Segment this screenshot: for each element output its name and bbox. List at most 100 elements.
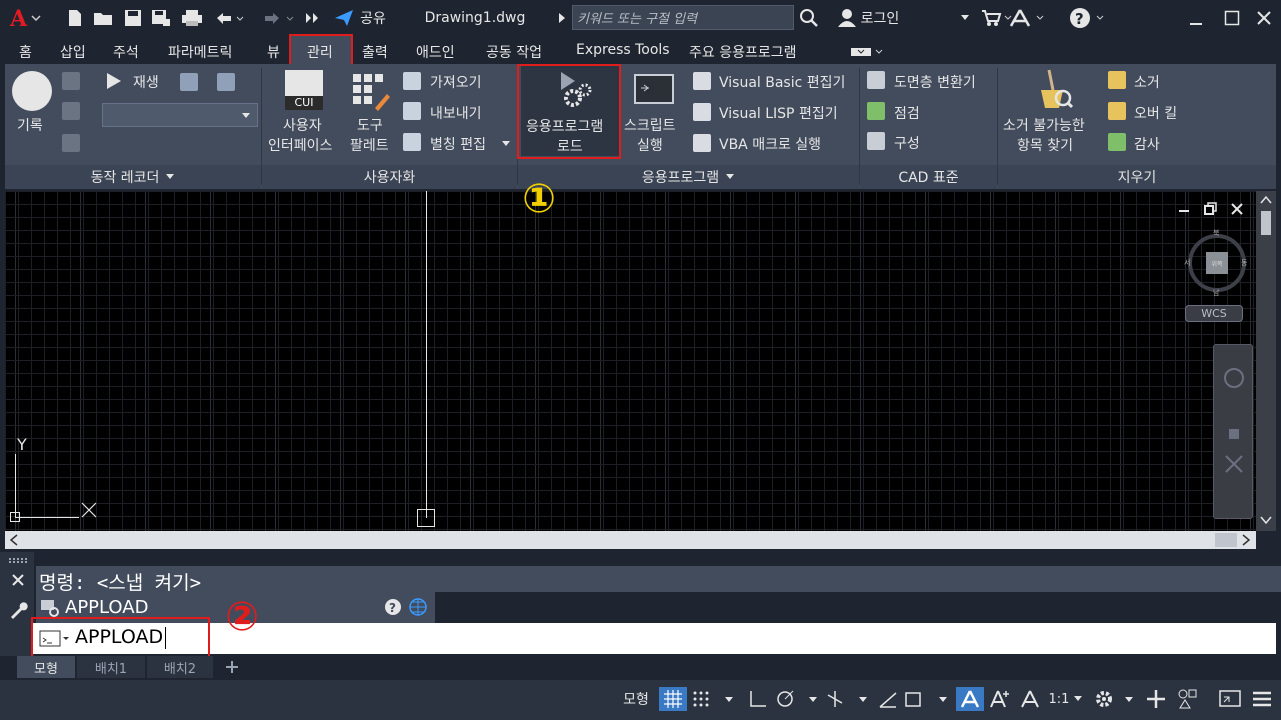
isolate-objects-icon[interactable]	[1174, 687, 1202, 711]
tab-featured-apps[interactable]: 주요 응용프로그램	[689, 42, 797, 62]
help-icon[interactable]: ?	[1068, 6, 1108, 30]
cui-label-1[interactable]: 사용자	[283, 115, 322, 135]
customize-menu-icon[interactable]	[1248, 687, 1276, 711]
audit-label[interactable]: 감사	[1134, 134, 1160, 154]
import-label[interactable]: 가져오기	[430, 72, 482, 92]
isodraft-icon[interactable]	[824, 687, 872, 711]
manage-macros-icon[interactable]	[217, 73, 235, 91]
tab-output[interactable]: 출력	[362, 42, 388, 62]
grip-icon[interactable]	[9, 558, 27, 563]
run-script-label-1[interactable]: 스크립트	[624, 115, 676, 135]
check-standards-icon[interactable]	[867, 102, 885, 120]
macro-select[interactable]	[102, 103, 258, 127]
tab-view[interactable]: 뷰	[267, 42, 280, 62]
preference-icon[interactable]	[180, 73, 198, 91]
ribbon-display-toggle-icon[interactable]	[850, 46, 884, 62]
close-window-icon[interactable]	[1252, 6, 1276, 30]
panel-title-action-recorder[interactable]: 동작 레코더	[5, 165, 261, 189]
run-script-icon[interactable]	[634, 74, 674, 104]
cui-icon[interactable]: CUI	[285, 70, 323, 110]
scroll-down-icon[interactable]	[1260, 515, 1272, 525]
minimize-window-icon[interactable]	[1184, 6, 1208, 30]
pan-icon[interactable]	[1223, 419, 1245, 441]
tab-express-tools[interactable]: Express Tools	[576, 42, 670, 58]
record-icon[interactable]	[12, 71, 52, 111]
workspace-gear-icon[interactable]	[1092, 687, 1138, 711]
fullscreen-icon[interactable]	[1216, 687, 1244, 711]
login-dropdown-icon[interactable]	[958, 6, 972, 30]
vba-editor-icon[interactable]	[693, 72, 711, 90]
search-input[interactable]: 키워드 또는 구절 입력	[572, 5, 794, 30]
export-cui-icon[interactable]	[403, 102, 421, 120]
add-layout-icon[interactable]	[225, 660, 239, 674]
save-icon[interactable]	[122, 6, 144, 30]
annotation-visibility-icon[interactable]	[956, 687, 984, 711]
play-icon[interactable]	[105, 72, 123, 94]
play-label[interactable]: 재생	[133, 72, 159, 92]
overkill-icon[interactable]	[1108, 102, 1126, 120]
tab-annotate[interactable]: 주석	[113, 42, 139, 62]
zoom-extents-icon[interactable]	[1223, 453, 1245, 475]
tab-addins[interactable]: 애드인	[416, 42, 455, 62]
print-icon[interactable]	[180, 6, 204, 30]
share-button[interactable]: 공유	[330, 6, 390, 30]
command-input-field[interactable]: APPLOAD	[33, 623, 1276, 654]
layer-translator-label[interactable]: 도면층 변환기	[894, 72, 976, 92]
tab-collaborate[interactable]: 공동 작업	[486, 42, 542, 62]
wrench-icon[interactable]	[8, 600, 28, 620]
grid-icon[interactable]	[659, 687, 687, 711]
cui-label-2[interactable]: 인터페이스	[268, 135, 332, 155]
tab-home[interactable]: 홈	[19, 42, 32, 62]
record-button-label[interactable]: 기록	[17, 115, 43, 135]
horizontal-scrollbar[interactable]	[5, 531, 1256, 549]
purge-label[interactable]: 소거	[1134, 72, 1160, 92]
overkill-label[interactable]: 오버 킬	[1134, 103, 1177, 123]
tool-palettes-label-2[interactable]: 팔레트	[350, 135, 389, 155]
steering-wheel-icon[interactable]	[1223, 367, 1245, 389]
purge-icon[interactable]	[1108, 71, 1126, 89]
edit-aliases-label[interactable]: 별칭 편집	[430, 134, 486, 154]
vertical-scroll-thumb[interactable]	[1261, 211, 1271, 235]
run-script-label-2[interactable]: 실행	[637, 135, 663, 155]
command-line-grip[interactable]	[0, 552, 34, 656]
find-non-purgeable-icon[interactable]	[1033, 68, 1074, 116]
tab-insert[interactable]: 삽입	[60, 42, 86, 62]
object-snap-icon[interactable]	[902, 687, 952, 711]
annotation-scale-icon[interactable]	[1016, 687, 1044, 711]
search-icon[interactable]	[798, 6, 820, 30]
auto-scale-icon[interactable]	[986, 687, 1014, 711]
layer-translator-icon[interactable]	[867, 71, 885, 89]
viewport-restore-icon[interactable]	[1204, 202, 1218, 216]
viewcube-top-face[interactable]: 위쪽	[1206, 252, 1228, 274]
ortho-icon[interactable]	[744, 687, 772, 711]
help-icon[interactable]: ?	[384, 598, 402, 616]
globe-icon[interactable]	[408, 597, 428, 617]
tab-layout2[interactable]: 배치2	[147, 656, 213, 678]
import-cui-icon[interactable]	[403, 72, 421, 90]
autocad-logo-icon[interactable]: A	[6, 6, 44, 30]
viewcube[interactable]: 위쪽 북 남 동 서	[1184, 229, 1247, 297]
tool-palettes-label-1[interactable]: 도구	[357, 115, 383, 135]
undo-icon[interactable]	[212, 6, 246, 30]
configure-label[interactable]: 구성	[894, 133, 920, 153]
chevron-down-icon[interactable]	[502, 141, 510, 147]
plus-icon[interactable]	[1142, 687, 1170, 711]
tab-layout1[interactable]: 배치1	[77, 656, 145, 678]
scroll-right-icon[interactable]	[1241, 534, 1251, 546]
open-folder-icon[interactable]	[92, 6, 116, 30]
autodesk-app-icon[interactable]	[1008, 6, 1048, 30]
find-non-purgeable-label-2[interactable]: 항목 찾기	[1017, 135, 1073, 155]
check-label[interactable]: 점검	[894, 103, 920, 123]
save-as-icon[interactable]	[150, 6, 172, 30]
scroll-up-icon[interactable]	[1260, 195, 1272, 205]
drawing-canvas[interactable]: Y 위쪽 북 남 동 서 WCS	[5, 191, 1272, 531]
model-space-toggle[interactable]: 모형	[616, 687, 656, 711]
tab-parametric[interactable]: 파라메트릭	[168, 42, 232, 62]
edit-aliases-icon[interactable]	[403, 133, 421, 151]
wcs-menu[interactable]: WCS	[1185, 305, 1243, 322]
lisp-editor-icon[interactable]	[693, 103, 711, 121]
new-file-icon[interactable]	[64, 6, 86, 30]
object-snap-tracking-icon[interactable]	[874, 687, 902, 711]
run-vba-macro-icon[interactable]	[693, 134, 711, 152]
run-vba-macro-label[interactable]: VBA 매크로 실행	[719, 134, 821, 154]
